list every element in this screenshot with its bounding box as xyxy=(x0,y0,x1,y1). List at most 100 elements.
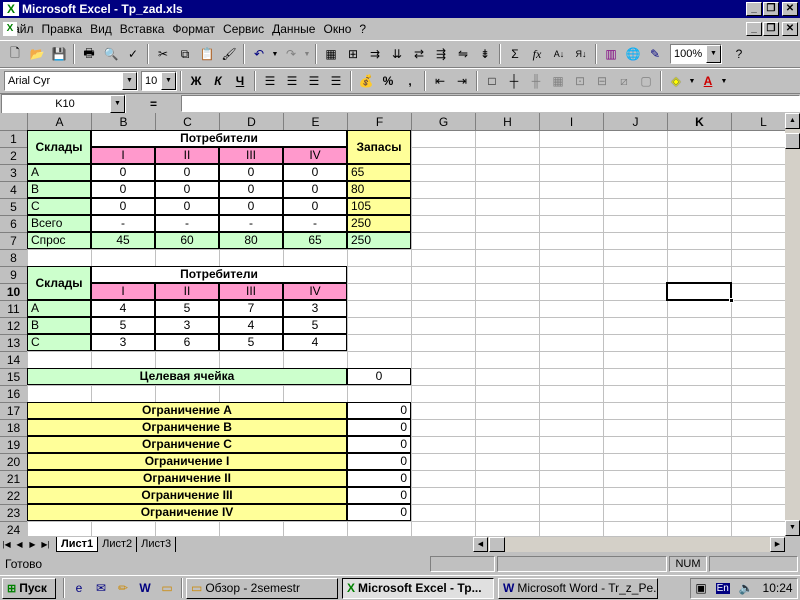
borders-all-icon[interactable]: ▦ xyxy=(547,70,569,92)
target-value[interactable]: 0 xyxy=(347,368,411,385)
warehouse-label[interactable]: C xyxy=(27,198,91,215)
row-header[interactable]: 22 xyxy=(0,488,28,505)
currency-icon[interactable]: 💰 xyxy=(355,70,377,92)
borders-diagonal-icon[interactable]: ⧄ xyxy=(613,70,635,92)
borders-inner-icon[interactable]: ┼ xyxy=(503,70,525,92)
channels-icon[interactable]: ✏ xyxy=(112,577,134,599)
new-icon[interactable]: 🗋 xyxy=(4,43,26,65)
spelling-icon[interactable]: ✓ xyxy=(122,43,144,65)
cost-cell[interactable]: 3 xyxy=(91,334,155,351)
shipment-cell[interactable]: 0 xyxy=(91,181,155,198)
row-header[interactable]: 11 xyxy=(0,301,28,318)
cost-consumer-label[interactable]: IV xyxy=(283,283,347,300)
function-icon[interactable]: fx xyxy=(526,43,548,65)
row-header[interactable]: 16 xyxy=(0,386,28,403)
language-indicator[interactable]: En xyxy=(715,582,730,594)
demand-cell[interactable]: 65 xyxy=(283,232,347,249)
row-header[interactable]: 4 xyxy=(0,182,28,199)
office-assistant-icon[interactable]: ? xyxy=(728,43,750,65)
equals-sign[interactable]: = xyxy=(126,97,181,111)
cost-cell[interactable]: 3 xyxy=(155,317,219,334)
word-quicklaunch-icon[interactable]: W xyxy=(134,577,156,599)
trace-error-icon[interactable]: ⇶ xyxy=(430,43,452,65)
column-header[interactable]: G xyxy=(412,113,476,131)
chart-wizard-icon[interactable]: ▥ xyxy=(600,43,622,65)
comma-button[interactable]: , xyxy=(399,70,421,92)
size-dropdown-icon[interactable]: ▼ xyxy=(161,72,176,90)
restore-button[interactable]: ❐ xyxy=(763,2,779,16)
row-header[interactable]: 1 xyxy=(0,131,28,148)
warehouse-label[interactable]: B xyxy=(27,181,91,198)
column-header[interactable]: I xyxy=(540,113,604,131)
cost-cell[interactable]: 3 xyxy=(283,300,347,317)
map-icon[interactable]: 🌐 xyxy=(622,43,644,65)
name-box-dropdown-icon[interactable]: ▼ xyxy=(110,94,125,113)
row-header[interactable]: 12 xyxy=(0,318,28,335)
menu-format[interactable]: Формат xyxy=(168,22,219,36)
increase-indent-icon[interactable]: ⇥ xyxy=(451,70,473,92)
row-header[interactable]: 7 xyxy=(0,233,28,250)
underline-button[interactable]: Ч xyxy=(229,70,251,92)
shipment-cell[interactable]: - xyxy=(91,215,155,232)
constraint-label[interactable]: Ограничение I xyxy=(27,453,347,470)
italic-button[interactable]: К xyxy=(207,70,229,92)
consumer-label[interactable]: I xyxy=(91,147,155,164)
cost-warehouse-label[interactable]: C xyxy=(27,334,91,351)
task-excel[interactable]: X Microsoft Excel - Тр... xyxy=(342,577,494,599)
row-header[interactable]: 18 xyxy=(0,420,28,437)
row-header[interactable]: 19 xyxy=(0,437,28,454)
task-word[interactable]: W Microsoft Word - Tr_z_Pe... xyxy=(498,577,658,599)
warehouse-label[interactable]: A xyxy=(27,164,91,181)
column-header[interactable]: D xyxy=(220,113,284,131)
consumer-label[interactable]: III xyxy=(219,147,283,164)
cost-cell[interactable]: 5 xyxy=(91,317,155,334)
tab-sheet1[interactable]: Лист1 xyxy=(56,537,99,552)
web-toolbar-icon[interactable]: ▦ xyxy=(320,43,342,65)
constraint-label[interactable]: Ограничение C xyxy=(27,436,347,453)
shipment-cell[interactable]: 0 xyxy=(283,164,347,181)
constraint-label[interactable]: Ограничение B xyxy=(27,419,347,436)
trace-dependents-icon[interactable]: ⇊ xyxy=(386,43,408,65)
cost-consumers-header[interactable]: Потребители xyxy=(91,266,347,283)
start-button[interactable]: ⊞ Пуск xyxy=(2,577,56,599)
menu-insert[interactable]: Вставка xyxy=(116,22,169,36)
remove-all-arrows-icon[interactable]: ⇋ xyxy=(452,43,474,65)
row-header[interactable]: 13 xyxy=(0,335,28,352)
sort-asc-icon[interactable]: A↓ xyxy=(548,43,570,65)
constraint-label[interactable]: Ограничение III xyxy=(27,487,347,504)
menu-help[interactable]: ? xyxy=(355,22,370,36)
shipment-cell[interactable]: 0 xyxy=(91,164,155,181)
column-header[interactable]: K xyxy=(668,113,732,131)
task-explorer[interactable]: ▭ Обзор - 2semestr xyxy=(186,577,338,599)
menu-window[interactable]: Окно xyxy=(319,22,355,36)
copy-icon[interactable]: ⧉ xyxy=(174,43,196,65)
demand-cell[interactable]: 80 xyxy=(219,232,283,249)
warehouses-header[interactable]: Склады xyxy=(27,130,91,164)
cost-warehouse-label[interactable]: A xyxy=(27,300,91,317)
cost-cell[interactable]: 5 xyxy=(283,317,347,334)
column-header[interactable]: L xyxy=(732,113,785,131)
scroll-right-icon[interactable]: ▶ xyxy=(770,537,785,552)
row-header[interactable]: 9 xyxy=(0,267,28,284)
cost-cell[interactable]: 5 xyxy=(155,300,219,317)
column-header[interactable]: F xyxy=(348,113,412,131)
explorer-quicklaunch-icon[interactable]: ▭ xyxy=(156,577,178,599)
borders-none-icon[interactable]: ▢ xyxy=(635,70,657,92)
percent-button[interactable]: % xyxy=(377,70,399,92)
stock-header[interactable]: Запасы xyxy=(347,130,411,164)
tab-sheet3[interactable]: Лист3 xyxy=(137,537,177,552)
align-right-icon[interactable]: ☰ xyxy=(303,70,325,92)
shipment-cell[interactable]: - xyxy=(283,215,347,232)
cost-warehouse-label[interactable]: B xyxy=(27,317,91,334)
borders-outline-icon[interactable]: □ xyxy=(481,70,503,92)
row-header[interactable]: 21 xyxy=(0,471,28,488)
row-header[interactable]: 23 xyxy=(0,505,28,522)
cost-cell[interactable]: 7 xyxy=(219,300,283,317)
column-header[interactable]: J xyxy=(604,113,668,131)
autosum-icon[interactable]: Σ xyxy=(504,43,526,65)
stock-cell[interactable]: 80 xyxy=(347,181,411,198)
consumers-header[interactable]: Потребители xyxy=(91,130,347,147)
cost-cell[interactable]: 4 xyxy=(219,317,283,334)
cost-cell[interactable]: 4 xyxy=(283,334,347,351)
justify-icon[interactable]: ☰ xyxy=(325,70,347,92)
